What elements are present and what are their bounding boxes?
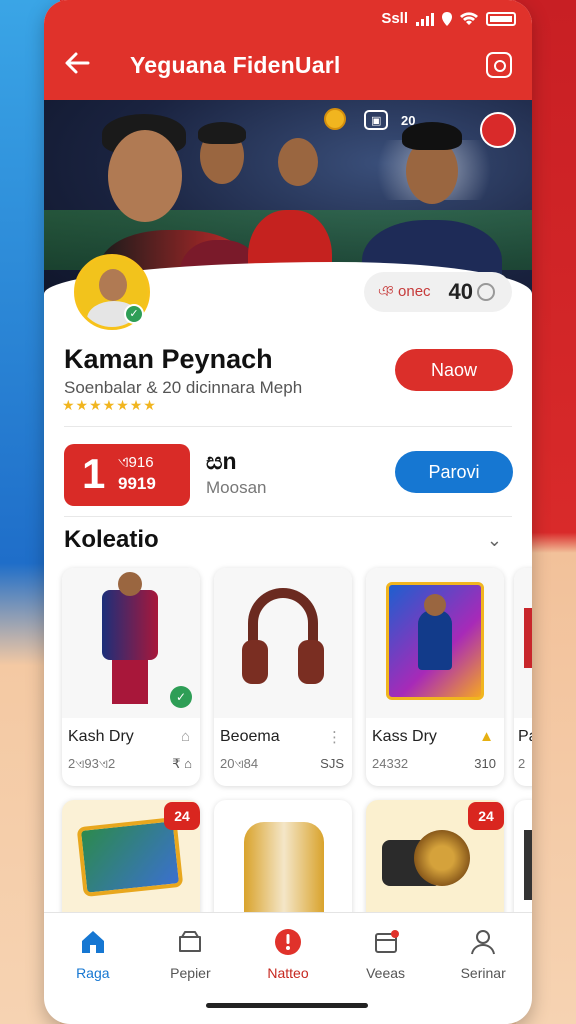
banner-badge: ▣ bbox=[364, 110, 389, 130]
collection-card[interactable]: Beoema ⋮ 20ଏ84 SJS bbox=[214, 568, 352, 786]
app-header: Ssll Yeguana FidenUarl bbox=[44, 0, 532, 100]
section-title: Koleatio bbox=[64, 526, 159, 553]
divider bbox=[64, 426, 512, 427]
player-card-figure bbox=[418, 610, 452, 670]
collection-card[interactable]: ✓ Kash Dry ⌂ 2ଏ93ଏ2 ₹ ⌂ bbox=[62, 568, 200, 786]
player-card-head bbox=[424, 594, 446, 616]
card-image bbox=[214, 568, 352, 718]
card-image bbox=[514, 568, 532, 718]
tab-label: Raga bbox=[76, 965, 110, 981]
points-pill[interactable]: ঞ onec 40 bbox=[364, 272, 512, 312]
jersey-player-image bbox=[102, 590, 158, 660]
tab-label: Veeas bbox=[366, 965, 406, 981]
card-meta: 2ଏ93ଏ2 bbox=[68, 756, 116, 771]
tab-alerts[interactable]: Natteo bbox=[239, 913, 337, 998]
jersey-player-head bbox=[118, 572, 142, 596]
collection-card[interactable]: 24 bbox=[366, 800, 504, 930]
rank-box: 1 ଏ916 9919 bbox=[64, 444, 190, 506]
rating-stars: ★★★★★★★ bbox=[62, 397, 157, 413]
trophy-jacket-image bbox=[244, 822, 324, 922]
rank-line-2: 9919 bbox=[118, 474, 156, 493]
player-face bbox=[278, 138, 318, 186]
back-arrow-icon[interactable] bbox=[64, 50, 90, 81]
package-icon bbox=[374, 930, 399, 953]
box-icon bbox=[179, 931, 202, 952]
card-meta: 24332 bbox=[372, 756, 409, 771]
home-icon bbox=[81, 931, 104, 953]
user-icon bbox=[471, 930, 496, 955]
carrier-label: Ssll bbox=[381, 10, 408, 27]
collection-card[interactable]: Pa 2 bbox=[514, 568, 532, 786]
points-value: 40 bbox=[448, 279, 474, 304]
refresh-icon bbox=[477, 283, 496, 301]
alert-icon bbox=[274, 929, 301, 955]
rank-number: 1 bbox=[82, 450, 106, 497]
home-indicator[interactable] bbox=[206, 1003, 368, 1008]
bottom-tab-bar: Raga Pepier Natteo Veeas Serinar bbox=[44, 912, 532, 998]
rank-line-1: ଏ916 bbox=[118, 454, 154, 471]
avatar-face bbox=[99, 269, 127, 301]
profile-action-button[interactable]: Naow bbox=[395, 349, 513, 391]
bell-icon: ▲ bbox=[479, 728, 494, 745]
signal-icon bbox=[416, 12, 434, 26]
page-title: Yeguana FidenUarl bbox=[130, 52, 341, 78]
card-price: ₹ ⌂ bbox=[172, 756, 192, 771]
stats-action-button[interactable]: Parovi bbox=[395, 451, 513, 493]
tab-box[interactable]: Pepier bbox=[142, 913, 240, 998]
collection-card[interactable]: 24 bbox=[62, 800, 200, 930]
battery-icon bbox=[486, 11, 516, 26]
card-meta: 2 bbox=[518, 756, 526, 771]
card-price: 310 bbox=[474, 756, 496, 771]
tab-package[interactable]: Veeas bbox=[337, 913, 435, 998]
player-hair bbox=[198, 122, 246, 144]
headphone-cup-right bbox=[298, 640, 324, 684]
status-bar: Ssll bbox=[381, 10, 516, 27]
gear-lens-image bbox=[414, 830, 470, 886]
profile-name: Kaman Peynach bbox=[64, 344, 273, 374]
card-meta: 20ଏ84 bbox=[220, 756, 259, 771]
trophy-icon[interactable] bbox=[480, 112, 516, 148]
card-badge: 24 bbox=[164, 802, 200, 830]
location-icon bbox=[442, 11, 452, 26]
tab-label: Natteo bbox=[267, 965, 309, 981]
collection-card[interactable] bbox=[514, 800, 532, 930]
check-icon: ✓ bbox=[170, 686, 192, 708]
stat-label: Moosan bbox=[206, 478, 267, 497]
card-price: SJS bbox=[320, 756, 344, 771]
lock-icon: ⌂ bbox=[180, 728, 190, 745]
wifi-icon bbox=[460, 11, 478, 25]
card-image bbox=[366, 568, 504, 718]
verified-icon: ✓ bbox=[124, 304, 144, 324]
tab-home[interactable]: Raga bbox=[44, 913, 142, 998]
more-icon[interactable]: ⋮ bbox=[327, 728, 342, 746]
card-image: ✓ bbox=[62, 568, 200, 718]
collection-card[interactable]: Kass Dry ▲ 24332 310 bbox=[366, 568, 504, 786]
card-image-partial bbox=[524, 608, 532, 668]
collection-card[interactable] bbox=[214, 800, 352, 930]
card-title: Pa bbox=[518, 728, 532, 745]
camera-icon[interactable] bbox=[486, 52, 512, 78]
chevron-down-icon[interactable]: ⌄ bbox=[487, 530, 502, 551]
profile-subline: Soenbalar & 20 dicinnara Meph bbox=[64, 378, 303, 397]
phone-screen: Ssll Yeguana FidenUarl ▣ 20 ✓ ঞ onec 40 … bbox=[44, 0, 532, 1024]
tab-label: Pepier bbox=[170, 965, 211, 981]
tab-label: Serinar bbox=[460, 965, 506, 981]
stat-value: සn bbox=[206, 448, 237, 474]
tab-profile[interactable]: Serinar bbox=[434, 913, 532, 998]
card-badge: 24 bbox=[468, 802, 504, 830]
card-title: Kash Dry bbox=[68, 728, 134, 745]
points-label: ঞ onec bbox=[378, 282, 431, 300]
banner-count: 20 bbox=[401, 113, 416, 128]
card-title: Kass Dry bbox=[372, 728, 437, 745]
jersey-player-legs bbox=[112, 660, 148, 704]
card-image-partial bbox=[524, 830, 532, 900]
player-face bbox=[108, 130, 182, 222]
card-title: Beoema bbox=[220, 728, 280, 745]
divider bbox=[64, 516, 512, 517]
coin-icon bbox=[324, 108, 346, 130]
headphone-cup-left bbox=[242, 640, 268, 684]
